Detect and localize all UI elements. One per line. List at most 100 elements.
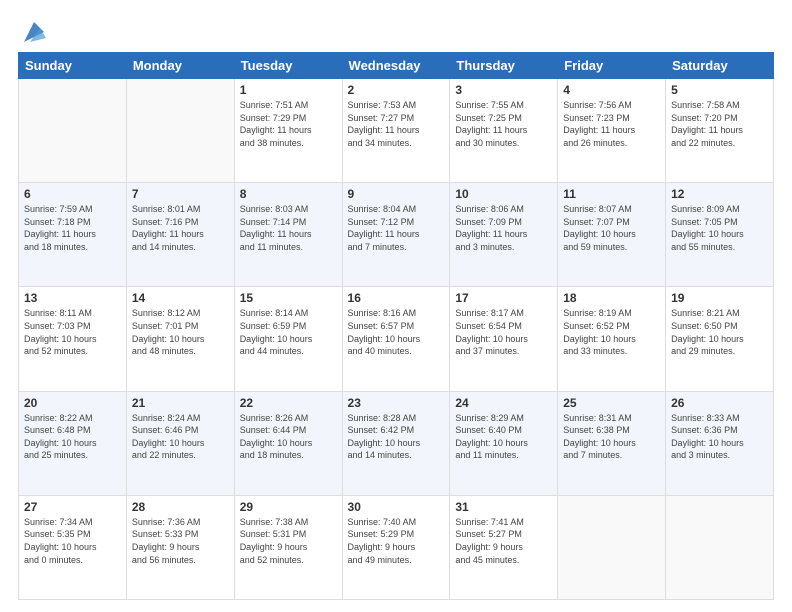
day-number: 1 bbox=[240, 83, 337, 97]
weekday-header: Wednesday bbox=[342, 53, 450, 79]
calendar-cell: 31 Sunrise: 7:41 AM Sunset: 5:27 PM Dayli… bbox=[450, 495, 558, 599]
day-number: 10 bbox=[455, 187, 552, 201]
calendar-cell: 12Sunrise: 8:09 AM Sunset: 7:05 PM Dayli… bbox=[666, 183, 774, 287]
day-number: 13 bbox=[24, 291, 121, 305]
day-number: 18 bbox=[563, 291, 660, 305]
day-info: Sunrise: 7:56 AM Sunset: 7:23 PM Dayligh… bbox=[563, 99, 660, 149]
calendar-cell: 17 Sunrise: 8:17 AM Sunset: 6:54 PM Dayli… bbox=[450, 287, 558, 391]
day-info: Sunrise: 7:34 AM Sunset: 5:35 PM Dayligh… bbox=[24, 516, 121, 566]
day-info: Sunrise: 8:04 AM Sunset: 7:12 PM Dayligh… bbox=[348, 203, 445, 253]
day-number: 30 bbox=[348, 500, 445, 514]
day-number: 9 bbox=[348, 187, 445, 201]
day-number: 6 bbox=[24, 187, 121, 201]
day-number: 26 bbox=[671, 396, 768, 410]
day-info: Sunrise: 8:11 AM Sunset: 7:03 PM Dayligh… bbox=[24, 307, 121, 357]
calendar-table: SundayMondayTuesdayWednesdayThursdayFrid… bbox=[18, 52, 774, 600]
calendar-week-row: 27 Sunrise: 7:34 AM Sunset: 5:35 PM Dayli… bbox=[19, 495, 774, 599]
day-info: Sunrise: 8:07 AM Sunset: 7:07 PM Dayligh… bbox=[563, 203, 660, 253]
day-number: 21 bbox=[132, 396, 229, 410]
calendar-cell bbox=[126, 79, 234, 183]
day-number: 15 bbox=[240, 291, 337, 305]
day-number: 25 bbox=[563, 396, 660, 410]
calendar-cell: 9 Sunrise: 8:04 AM Sunset: 7:12 PM Daylig… bbox=[342, 183, 450, 287]
day-number: 4 bbox=[563, 83, 660, 97]
calendar-cell: 3 Sunrise: 7:55 AM Sunset: 7:25 PM Daylig… bbox=[450, 79, 558, 183]
day-number: 11 bbox=[563, 187, 660, 201]
day-number: 14 bbox=[132, 291, 229, 305]
calendar-cell: 4 Sunrise: 7:56 AM Sunset: 7:23 PM Daylig… bbox=[558, 79, 666, 183]
calendar-cell bbox=[666, 495, 774, 599]
calendar-cell: 18 Sunrise: 8:19 AM Sunset: 6:52 PM Dayli… bbox=[558, 287, 666, 391]
weekday-header: Friday bbox=[558, 53, 666, 79]
day-info: Sunrise: 7:53 AM Sunset: 7:27 PM Dayligh… bbox=[348, 99, 445, 149]
day-info: Sunrise: 7:40 AM Sunset: 5:29 PM Dayligh… bbox=[348, 516, 445, 566]
day-info: Sunrise: 8:17 AM Sunset: 6:54 PM Dayligh… bbox=[455, 307, 552, 357]
weekday-header: Sunday bbox=[19, 53, 127, 79]
calendar-cell bbox=[19, 79, 127, 183]
day-number: 3 bbox=[455, 83, 552, 97]
day-number: 29 bbox=[240, 500, 337, 514]
calendar-cell: 26 Sunrise: 8:33 AM Sunset: 6:36 PM Dayli… bbox=[666, 391, 774, 495]
calendar-cell: 16 Sunrise: 8:16 AM Sunset: 6:57 PM Dayli… bbox=[342, 287, 450, 391]
calendar-cell: 6 Sunrise: 7:59 AM Sunset: 7:18 PM Daylig… bbox=[19, 183, 127, 287]
calendar-week-row: 1 Sunrise: 7:51 AM Sunset: 7:29 PM Daylig… bbox=[19, 79, 774, 183]
calendar-cell: 19Sunrise: 8:21 AM Sunset: 6:50 PM Dayli… bbox=[666, 287, 774, 391]
day-info: Sunrise: 7:59 AM Sunset: 7:18 PM Dayligh… bbox=[24, 203, 121, 253]
day-info: Sunrise: 8:21 AM Sunset: 6:50 PM Dayligh… bbox=[671, 307, 768, 357]
day-number: 5 bbox=[671, 83, 768, 97]
day-number: 31 bbox=[455, 500, 552, 514]
day-number: 7 bbox=[132, 187, 229, 201]
calendar-cell: 25Sunrise: 8:31 AM Sunset: 6:38 PM Dayli… bbox=[558, 391, 666, 495]
calendar-cell: 11 Sunrise: 8:07 AM Sunset: 7:07 PM Dayli… bbox=[558, 183, 666, 287]
calendar-week-row: 13 Sunrise: 8:11 AM Sunset: 7:03 PM Dayli… bbox=[19, 287, 774, 391]
calendar-cell: 23Sunrise: 8:28 AM Sunset: 6:42 PM Dayli… bbox=[342, 391, 450, 495]
calendar-cell: 28Sunrise: 7:36 AM Sunset: 5:33 PM Dayli… bbox=[126, 495, 234, 599]
calendar-cell: 30 Sunrise: 7:40 AM Sunset: 5:29 PM Dayli… bbox=[342, 495, 450, 599]
weekday-header: Thursday bbox=[450, 53, 558, 79]
calendar-cell: 1 Sunrise: 7:51 AM Sunset: 7:29 PM Daylig… bbox=[234, 79, 342, 183]
logo bbox=[18, 18, 48, 42]
day-number: 2 bbox=[348, 83, 445, 97]
calendar-cell: 14 Sunrise: 8:12 AM Sunset: 7:01 PM Dayli… bbox=[126, 287, 234, 391]
weekday-header: Tuesday bbox=[234, 53, 342, 79]
calendar-cell: 21Sunrise: 8:24 AM Sunset: 6:46 PM Dayli… bbox=[126, 391, 234, 495]
day-info: Sunrise: 7:55 AM Sunset: 7:25 PM Dayligh… bbox=[455, 99, 552, 149]
day-info: Sunrise: 8:06 AM Sunset: 7:09 PM Dayligh… bbox=[455, 203, 552, 253]
day-info: Sunrise: 8:01 AM Sunset: 7:16 PM Dayligh… bbox=[132, 203, 229, 253]
calendar-cell: 29Sunrise: 7:38 AM Sunset: 5:31 PM Dayli… bbox=[234, 495, 342, 599]
day-number: 16 bbox=[348, 291, 445, 305]
calendar-cell bbox=[558, 495, 666, 599]
day-number: 8 bbox=[240, 187, 337, 201]
calendar-week-row: 6 Sunrise: 7:59 AM Sunset: 7:18 PM Daylig… bbox=[19, 183, 774, 287]
day-info: Sunrise: 8:12 AM Sunset: 7:01 PM Dayligh… bbox=[132, 307, 229, 357]
calendar-cell: 2 Sunrise: 7:53 AM Sunset: 7:27 PM Daylig… bbox=[342, 79, 450, 183]
calendar-cell: 22Sunrise: 8:26 AM Sunset: 6:44 PM Dayli… bbox=[234, 391, 342, 495]
day-info: Sunrise: 8:03 AM Sunset: 7:14 PM Dayligh… bbox=[240, 203, 337, 253]
day-info: Sunrise: 8:28 AM Sunset: 6:42 PM Dayligh… bbox=[348, 412, 445, 462]
calendar-cell: 15 Sunrise: 8:14 AM Sunset: 6:59 PM Dayli… bbox=[234, 287, 342, 391]
day-info: Sunrise: 8:33 AM Sunset: 6:36 PM Dayligh… bbox=[671, 412, 768, 462]
day-number: 12 bbox=[671, 187, 768, 201]
day-info: Sunrise: 8:26 AM Sunset: 6:44 PM Dayligh… bbox=[240, 412, 337, 462]
day-number: 17 bbox=[455, 291, 552, 305]
day-info: Sunrise: 7:51 AM Sunset: 7:29 PM Dayligh… bbox=[240, 99, 337, 149]
calendar-cell: 8 Sunrise: 8:03 AM Sunset: 7:14 PM Daylig… bbox=[234, 183, 342, 287]
day-info: Sunrise: 8:19 AM Sunset: 6:52 PM Dayligh… bbox=[563, 307, 660, 357]
day-info: Sunrise: 8:16 AM Sunset: 6:57 PM Dayligh… bbox=[348, 307, 445, 357]
calendar-cell: 7 Sunrise: 8:01 AM Sunset: 7:16 PM Daylig… bbox=[126, 183, 234, 287]
weekday-header: Saturday bbox=[666, 53, 774, 79]
calendar-cell: 5 Sunrise: 7:58 AM Sunset: 7:20 PM Daylig… bbox=[666, 79, 774, 183]
calendar-cell: 27 Sunrise: 7:34 AM Sunset: 5:35 PM Dayli… bbox=[19, 495, 127, 599]
day-info: Sunrise: 7:41 AM Sunset: 5:27 PM Dayligh… bbox=[455, 516, 552, 566]
day-number: 27 bbox=[24, 500, 121, 514]
day-info: Sunrise: 8:22 AM Sunset: 6:48 PM Dayligh… bbox=[24, 412, 121, 462]
day-info: Sunrise: 7:58 AM Sunset: 7:20 PM Dayligh… bbox=[671, 99, 768, 149]
day-info: Sunrise: 8:14 AM Sunset: 6:59 PM Dayligh… bbox=[240, 307, 337, 357]
day-number: 24 bbox=[455, 396, 552, 410]
weekday-header-row: SundayMondayTuesdayWednesdayThursdayFrid… bbox=[19, 53, 774, 79]
day-info: Sunrise: 7:36 AM Sunset: 5:33 PM Dayligh… bbox=[132, 516, 229, 566]
header bbox=[18, 18, 774, 42]
calendar-week-row: 20Sunrise: 8:22 AM Sunset: 6:48 PM Dayli… bbox=[19, 391, 774, 495]
calendar-cell: 24Sunrise: 8:29 AM Sunset: 6:40 PM Dayli… bbox=[450, 391, 558, 495]
logo-icon bbox=[20, 18, 48, 46]
